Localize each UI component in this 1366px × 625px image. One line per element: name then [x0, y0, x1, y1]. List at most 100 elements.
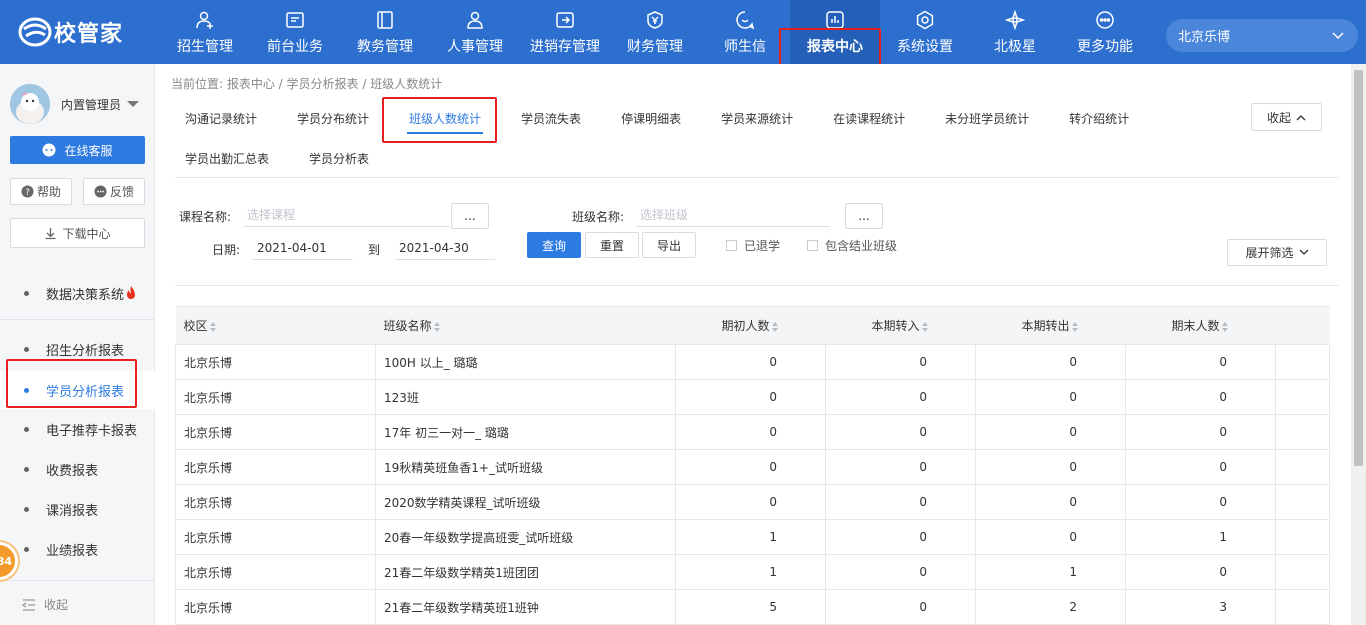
tab-enrolled-course[interactable]: 在读课程统计 [819, 100, 919, 136]
cell-opening-count: 0 [675, 484, 826, 520]
tab-referral-stats[interactable]: 转介绍统计 [1055, 100, 1143, 136]
tab-student-loss[interactable]: 学员流失表 [507, 100, 595, 136]
col-header-transfer-in[interactable]: 本期转入 [825, 306, 976, 345]
user-plus-icon [196, 11, 213, 29]
online-service-button[interactable]: 在线客服 [10, 136, 145, 164]
cell-spacer [1275, 379, 1330, 415]
tab-student-distribution[interactable]: 学员分布统计 [283, 100, 383, 136]
nav-item-front-desk[interactable]: 前台业务 [250, 0, 340, 64]
floating-badge-count: 84 [0, 554, 12, 568]
nav-item-inventory[interactable]: 进销存管理 [520, 0, 610, 64]
monitor-icon [286, 12, 304, 28]
col-header-closing-count[interactable]: 期末人数 [1125, 306, 1276, 345]
cell-transfer-out: 0 [975, 379, 1126, 415]
cell-class-name: 17年 初三一对一_ 璐璐 [375, 414, 676, 450]
tab-label: 班级人数统计 [409, 111, 482, 126]
tab-student-source[interactable]: 学员来源统计 [707, 100, 807, 136]
download-center-button[interactable]: 下载中心 [10, 218, 145, 248]
tab-label: 学员来源统计 [721, 111, 794, 126]
sidebar-item-recruit-report[interactable]: 招生分析报表 [0, 332, 155, 366]
col-header-opening-count[interactable]: 期初人数 [675, 306, 826, 345]
page-scrollbar[interactable] [1351, 64, 1366, 625]
cell-transfer-out: 0 [975, 484, 1126, 520]
cell-campus: 北京乐博 [175, 414, 376, 450]
tab-suspension-detail[interactable]: 停课明细表 [607, 100, 695, 136]
sidebar-item-student-report[interactable]: 学员分析报表 [0, 371, 155, 409]
cell-closing-count: 0 [1125, 414, 1276, 450]
class-name-label: 班级名称: [572, 210, 625, 224]
help-icon: ? [21, 185, 34, 198]
bullet-dot [24, 506, 29, 512]
user-name: 内置管理员 [61, 97, 122, 112]
reset-button[interactable]: 重置 [585, 232, 639, 258]
nav-item-hr[interactable]: 人事管理 [430, 0, 520, 64]
sidebar-item-label: 电子推荐卡报表 [46, 423, 138, 439]
collapse-tabs-button[interactable]: 收起 [1251, 103, 1322, 131]
sidebar-item-performance-report[interactable]: 业绩报表 [0, 532, 155, 566]
nav-item-reports[interactable]: 报表中心 [790, 0, 880, 64]
tab-communication-stats[interactable]: 沟通记录统计 [171, 100, 271, 136]
nav-item-academic[interactable]: 教务管理 [340, 0, 430, 64]
nav-label: 教务管理 [357, 39, 413, 55]
cell-transfer-in: 0 [825, 379, 976, 415]
nav-item-polaris[interactable]: 北极星 [970, 0, 1060, 64]
sidebar-collapse-button[interactable]: 收起 [22, 596, 68, 613]
class-picker-button[interactable]: ... [845, 203, 883, 229]
include-finished-checkbox[interactable]: 包含结业班级 [807, 237, 897, 254]
nav-item-finance[interactable]: 财务管理 [610, 0, 700, 64]
sidebar-item-decision-system[interactable]: 数据决策系统 [0, 276, 155, 310]
campus-select[interactable]: 北京乐博 [1166, 19, 1358, 52]
tab-student-analysis[interactable]: 学员分析表 [295, 140, 383, 176]
cell-campus: 北京乐博 [175, 519, 376, 555]
nav-item-messages[interactable]: 师生信 [700, 0, 790, 64]
class-name-input[interactable]: 选择班级 [636, 203, 830, 227]
date-to-label: 到 [368, 243, 381, 257]
nav-label: 师生信 [724, 39, 766, 55]
scrollbar-thumb[interactable] [1354, 70, 1363, 466]
tab-label: 未分班学员统计 [945, 111, 1030, 126]
sidebar-item-consumption-report[interactable]: 课消报表 [0, 492, 155, 526]
col-header-campus[interactable]: 校区 [175, 306, 376, 345]
cell-transfer-in: 0 [825, 344, 976, 380]
col-header-transfer-out[interactable]: 本期转出 [975, 306, 1126, 345]
nav-item-more[interactable]: 更多功能 [1060, 0, 1150, 64]
table-header-row: 校区 班级名称 期初人数 本期转入 本期转出 期末人数 [175, 306, 1330, 345]
nav-label: 北极星 [994, 39, 1036, 55]
table-row: 北京乐博 21春二年级数学精英班1班钟 5 0 2 3 [175, 589, 1330, 625]
nav-item-settings[interactable]: 系统设置 [880, 0, 970, 64]
date-to-input[interactable]: 2021-04-30 [395, 236, 495, 260]
date-from-input[interactable]: 2021-04-01 [253, 236, 353, 260]
cell-campus: 北京乐博 [175, 589, 376, 625]
cell-spacer [1275, 414, 1330, 450]
bullet-dot [24, 346, 29, 352]
withdrawn-checkbox[interactable]: 已退学 [726, 237, 780, 254]
sidebar-collapse-label: 收起 [44, 598, 69, 612]
expand-filter-label: 展开筛选 [1245, 246, 1294, 260]
nav-item-recruit[interactable]: 招生管理 [160, 0, 250, 64]
tab-class-headcount[interactable]: 班级人数统计 [395, 100, 495, 136]
col-header-class-name[interactable]: 班级名称 [375, 306, 676, 345]
query-button[interactable]: 查询 [527, 232, 581, 258]
bullet-dot [24, 546, 29, 552]
course-picker-button[interactable]: ... [451, 203, 489, 229]
export-button[interactable]: 导出 [642, 232, 696, 258]
sidebar-item-referral-card-report[interactable]: 电子推荐卡报表 [0, 412, 155, 446]
tab-attendance-summary[interactable]: 学员出勤汇总表 [171, 140, 283, 176]
inventory-icon [556, 12, 574, 28]
feedback-button[interactable]: 反馈 [83, 178, 145, 205]
table-row: 北京乐博 100H 以上_ 璐璐 0 0 0 0 [175, 344, 1330, 380]
help-button[interactable]: ? 帮助 [10, 178, 72, 205]
expand-filter-button[interactable]: 展开筛选 [1227, 239, 1327, 266]
col-header-spacer [1275, 306, 1330, 345]
tab-label: 学员出勤汇总表 [185, 151, 270, 166]
sort-icon [1221, 321, 1228, 332]
tab-unassigned-students[interactable]: 未分班学员统计 [931, 100, 1043, 136]
user-menu[interactable]: 内置管理员 [10, 84, 140, 124]
tab-label: 在读课程统计 [833, 111, 906, 126]
checkbox-box [807, 240, 818, 251]
sidebar-item-fee-report[interactable]: 收费报表 [0, 452, 155, 486]
logo-mark-icon [18, 17, 52, 47]
course-name-input[interactable]: 选择课程 [243, 203, 449, 227]
cell-opening-count: 1 [675, 519, 826, 555]
logo[interactable]: 校管家 [18, 17, 123, 47]
